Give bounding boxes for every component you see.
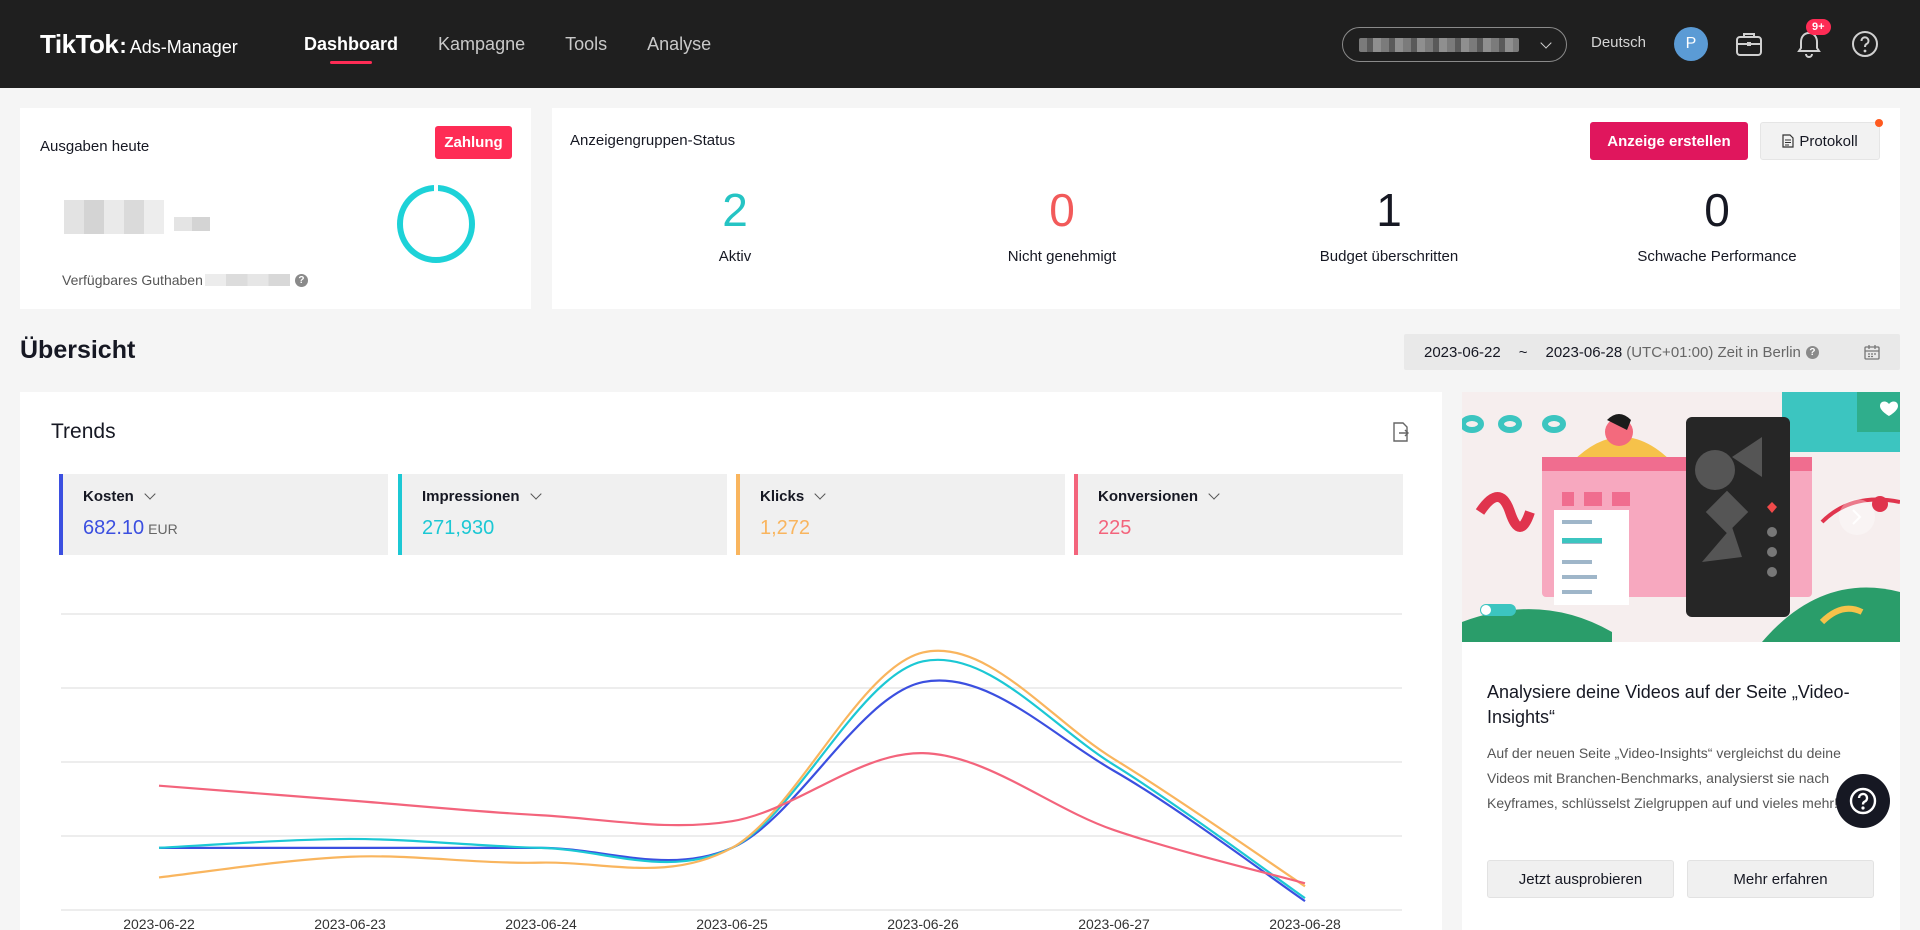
stat-weak-performance[interactable]: 0 Schwache Performance xyxy=(1557,184,1877,265)
logo-brand: TikTok xyxy=(40,29,119,59)
nav-analyse[interactable]: Analyse xyxy=(647,0,711,88)
user-avatar[interactable]: P xyxy=(1674,27,1708,61)
question-icon[interactable]: ? xyxy=(1805,345,1819,359)
series-line-klicks[interactable] xyxy=(158,649,1306,888)
question-icon xyxy=(1849,787,1877,815)
stat-label: Nicht genehmigt xyxy=(1007,248,1117,265)
stat-value: 0 xyxy=(1704,184,1730,236)
document-icon xyxy=(1782,134,1794,148)
adgroup-status-card: Anzeigengruppen-Status Anzeige erstellen… xyxy=(552,108,1900,309)
stat-label: Schwache Performance xyxy=(1637,248,1797,265)
logo-colon: : xyxy=(119,33,127,58)
stat-budget-exceeded[interactable]: 1 Budget überschritten xyxy=(1229,184,1549,265)
stat-label: Budget überschritten xyxy=(1319,248,1459,265)
main-nav: Dashboard Kampagne Tools Analyse xyxy=(304,0,751,88)
stat-not-approved[interactable]: 0 Nicht genehmigt xyxy=(902,184,1222,265)
log-label: Protokoll xyxy=(1799,132,1858,150)
log-indicator-dot xyxy=(1875,119,1883,127)
date-separator: ~ xyxy=(1518,343,1528,361)
balance-label: Verfügbares Guthaben xyxy=(62,272,203,288)
stat-label: Aktiv xyxy=(718,248,752,265)
spend-progress-ring xyxy=(397,185,475,263)
x-tick-label: 2023-06-24 xyxy=(505,916,577,930)
x-tick-label: 2023-06-23 xyxy=(314,916,386,930)
stat-active[interactable]: 2 Aktiv xyxy=(575,184,895,265)
x-tick-label: 2023-06-25 xyxy=(696,916,768,930)
spend-amount-redacted xyxy=(64,200,210,234)
tiktok-logo[interactable]: TikTok : Ads-Manager xyxy=(40,29,238,60)
language-switcher[interactable]: Deutsch xyxy=(1591,34,1646,51)
series-line-kosten[interactable] xyxy=(159,679,1306,903)
question-icon[interactable]: ? xyxy=(294,273,308,287)
stat-value: 1 xyxy=(1376,184,1402,236)
balance-value-redacted xyxy=(204,274,290,286)
date-range-picker[interactable]: 2023-06-22 ~ 2023-06-28 (UTC+01:00) Zeit… xyxy=(1404,334,1900,370)
top-bar: TikTok : Ads-Manager Dashboard Kampagne … xyxy=(0,0,1920,88)
stat-value: 0 xyxy=(1049,184,1075,236)
briefcase-icon[interactable] xyxy=(1733,28,1765,60)
chevron-down-icon xyxy=(1540,36,1552,49)
notification-badge: 9+ xyxy=(1806,19,1831,35)
trends-card: Trends Kosten 682.10 EUR Impressionen 271… xyxy=(20,392,1442,930)
available-balance: Verfügbares Guthaben ? xyxy=(62,272,308,288)
payment-button[interactable]: Zahlung xyxy=(435,126,512,159)
stat-value: 2 xyxy=(722,184,748,236)
nav-tools[interactable]: Tools xyxy=(565,0,607,88)
series-line-konversionen[interactable] xyxy=(158,752,1306,885)
create-ad-button[interactable]: Anzeige erstellen xyxy=(1590,122,1748,160)
overview-title: Übersicht xyxy=(20,336,136,364)
timezone-label: (UTC+01:00) Zeit in Berlin xyxy=(1626,343,1801,361)
date-start: 2023-06-22 xyxy=(1424,343,1501,361)
try-now-button[interactable]: Jetzt ausprobieren xyxy=(1487,860,1674,898)
logo-product: Ads-Manager xyxy=(129,37,238,57)
video-insights-promo: Analysiere deine Videos auf der Seite „V… xyxy=(1462,392,1900,930)
account-selector[interactable] xyxy=(1342,27,1567,62)
promo-title: Analysiere deine Videos auf der Seite „V… xyxy=(1487,682,1850,727)
nav-dashboard[interactable]: Dashboard xyxy=(304,0,398,88)
status-title: Anzeigengruppen-Status xyxy=(570,132,736,149)
spend-today-card: Ausgaben heute Zahlung Verfügbares Gutha… xyxy=(20,108,531,309)
account-name-redacted xyxy=(1359,37,1519,52)
log-button[interactable]: Protokoll xyxy=(1760,122,1880,160)
promo-text: Auf der neuen Seite „Video-Insights“ ver… xyxy=(1487,745,1841,811)
date-end: 2023-06-28 xyxy=(1545,343,1623,361)
nav-kampagne[interactable]: Kampagne xyxy=(438,0,525,88)
learn-more-button[interactable]: Mehr erfahren xyxy=(1687,860,1874,898)
help-icon[interactable] xyxy=(1849,28,1881,60)
help-fab-button[interactable] xyxy=(1836,774,1890,828)
promo-illustration xyxy=(1462,392,1900,642)
series-line-impressionen[interactable] xyxy=(158,658,1306,900)
x-tick-label: 2023-06-26 xyxy=(887,916,959,930)
spend-title: Ausgaben heute xyxy=(40,138,150,155)
x-tick-label: 2023-06-27 xyxy=(1078,916,1150,930)
calendar-icon xyxy=(1864,345,1880,360)
x-tick-label: 2023-06-28 xyxy=(1269,916,1341,930)
x-tick-label: 2023-06-22 xyxy=(123,916,195,930)
trend-line-chart: 2023-06-22 2023-06-23 2023-06-24 2023-06-25… xyxy=(61,613,1402,930)
